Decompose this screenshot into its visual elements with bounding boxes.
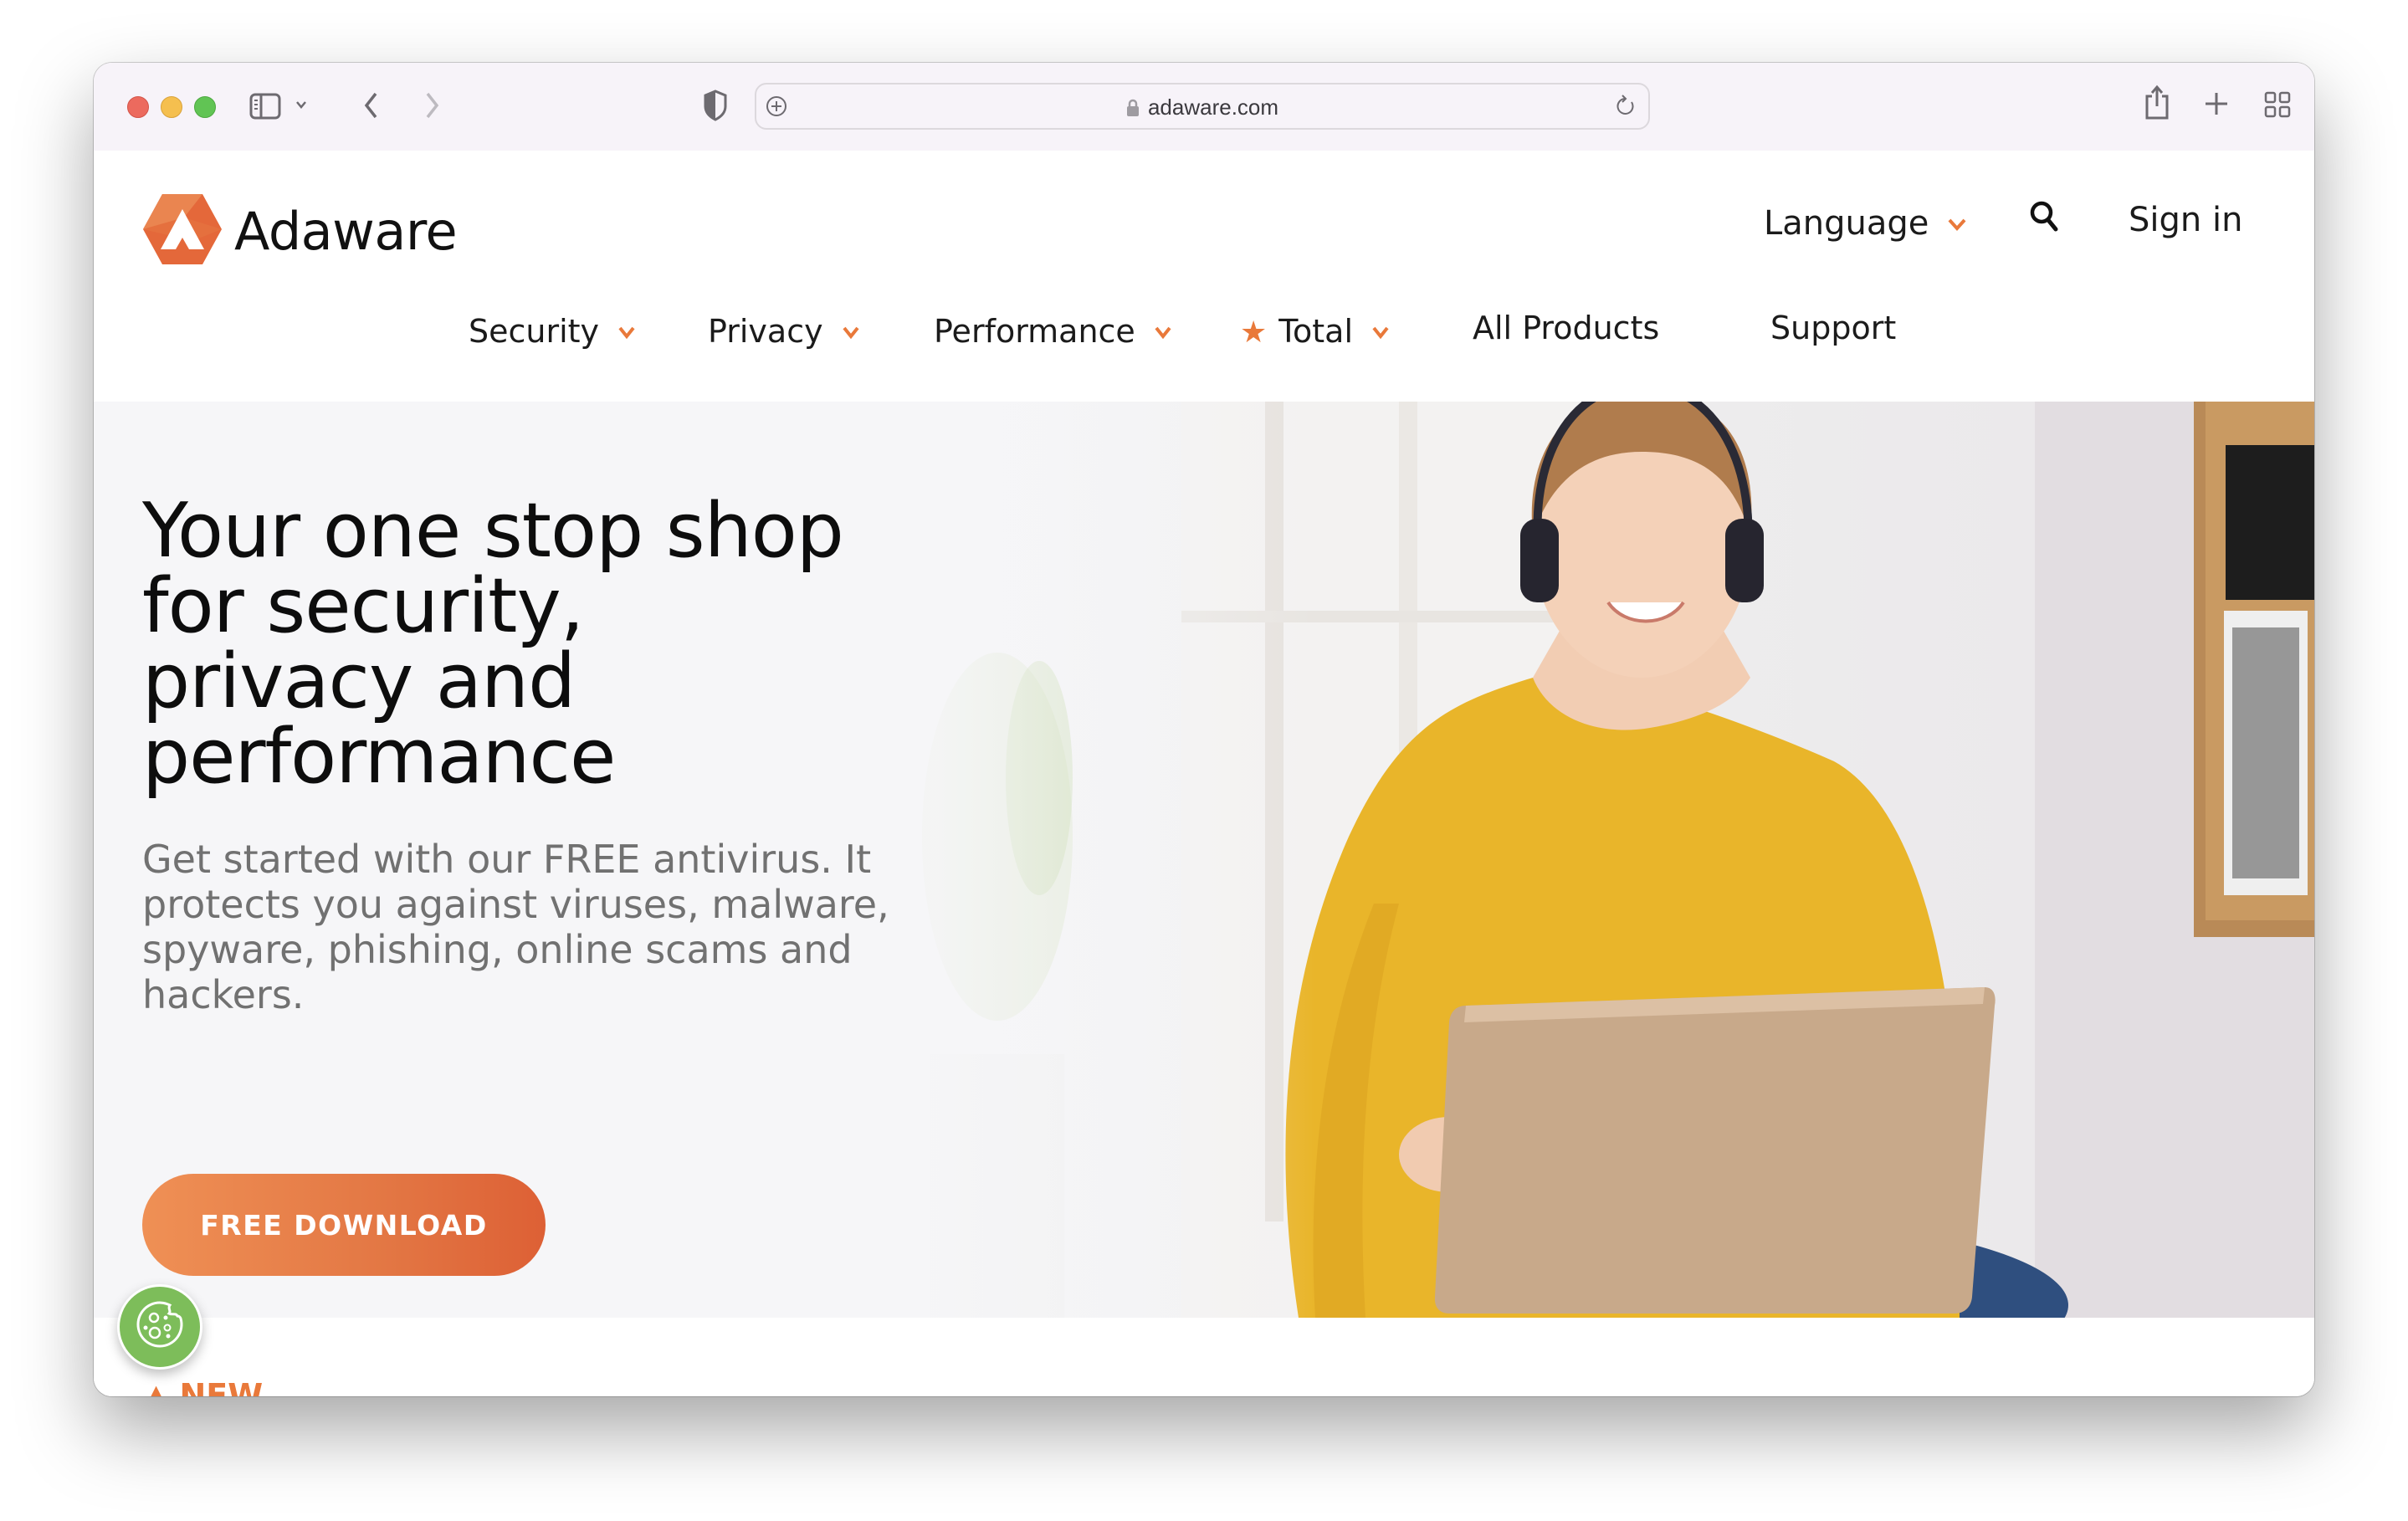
chevron-left-icon[interactable] xyxy=(363,91,380,120)
zoom-window-button[interactable] xyxy=(194,96,216,118)
sidebar-icon[interactable] xyxy=(249,93,281,120)
hero-headline: Your one stop shop for security, privacy… xyxy=(142,494,844,795)
site-header: Adaware Language Sign in Security Privac… xyxy=(94,151,2314,402)
chevron-right-icon[interactable] xyxy=(423,91,440,120)
search-icon[interactable] xyxy=(2028,199,2060,243)
sign-in-link[interactable]: Sign in xyxy=(2129,201,2242,239)
grid-icon[interactable] xyxy=(2264,91,2291,118)
close-window-button[interactable] xyxy=(127,96,149,118)
star-icon: ▲ xyxy=(144,1377,169,1396)
nav-label: Security xyxy=(469,313,600,350)
plus-icon[interactable] xyxy=(2204,91,2229,116)
chevron-down-icon xyxy=(1947,201,1967,239)
reload-icon[interactable] xyxy=(1615,93,1638,120)
nav-label: Privacy xyxy=(708,313,823,350)
browser-toolbar: adaware.com xyxy=(94,63,2314,152)
shield-icon[interactable] xyxy=(703,90,728,121)
nav-all-products[interactable]: All Products xyxy=(1473,310,1659,346)
nav-performance[interactable]: Performance xyxy=(934,310,1172,350)
nav-privacy[interactable]: Privacy xyxy=(708,310,860,350)
language-dropdown[interactable]: Language xyxy=(1764,201,1967,243)
nav-total[interactable]: ★ Total xyxy=(1240,310,1390,350)
address-bar[interactable]: adaware.com xyxy=(755,83,1650,130)
hero-subtext: Get started with our FREE antivirus. It … xyxy=(142,837,889,1017)
chevron-down-icon[interactable] xyxy=(295,100,308,110)
chevron-down-icon xyxy=(1154,310,1172,346)
cookie-icon xyxy=(132,1298,187,1357)
chevron-down-icon xyxy=(1371,310,1390,346)
brand-name: Adaware xyxy=(234,201,458,262)
nav-security[interactable]: Security xyxy=(469,310,636,350)
chevron-down-icon xyxy=(617,310,636,346)
nav-label: Total xyxy=(1278,313,1354,350)
nav-support[interactable]: Support xyxy=(1770,310,1896,346)
new-badge: ▲ NEW xyxy=(144,1377,263,1396)
nav-label: Performance xyxy=(934,313,1135,350)
cookie-settings-button[interactable] xyxy=(117,1284,202,1370)
brand-logo[interactable]: Adaware xyxy=(142,192,458,270)
lock-icon xyxy=(1126,97,1140,123)
minimize-window-button[interactable] xyxy=(161,96,182,118)
hero-section: Your one stop shop for security, privacy… xyxy=(94,402,2314,1318)
star-icon: ★ xyxy=(1240,315,1268,350)
free-download-button[interactable]: FREE DOWNLOAD xyxy=(142,1174,546,1276)
new-badge-label: NEW xyxy=(179,1377,264,1396)
adaware-logo-icon xyxy=(142,192,223,270)
url-text: adaware.com xyxy=(1147,95,1279,120)
chevron-down-icon xyxy=(842,310,860,346)
headline-line: performance xyxy=(142,713,616,801)
browser-window: adaware.com Adaware Language Sign in Sec… xyxy=(94,63,2314,1396)
share-icon[interactable] xyxy=(2144,84,2170,121)
below-fold-section xyxy=(94,1318,2314,1396)
language-label: Language xyxy=(1764,204,1929,243)
